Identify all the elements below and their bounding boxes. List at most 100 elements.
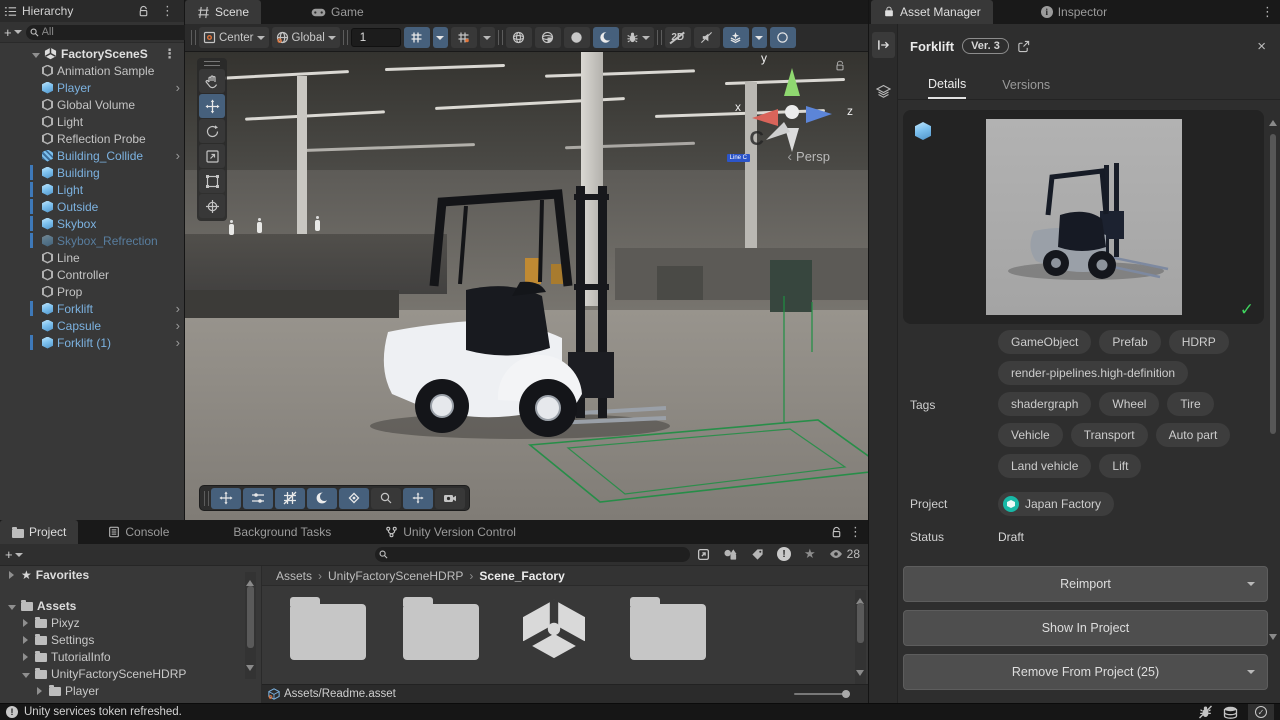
toolbar-grip[interactable] (191, 30, 196, 45)
favorites-item[interactable]: ★ Favorites (0, 566, 260, 583)
tag-chip[interactable]: Lift (1099, 454, 1142, 478)
hierarchy-search-input[interactable] (41, 26, 184, 38)
create-object-button[interactable]: + (4, 25, 22, 40)
gizmo-lock-icon[interactable] (834, 60, 846, 72)
hierarchy-item[interactable]: Line (0, 249, 184, 266)
remove-from-project-button[interactable]: Remove From Project (25) (903, 654, 1268, 690)
reimport-button[interactable]: Reimport (903, 566, 1268, 602)
search-overlay-button[interactable] (371, 487, 401, 509)
camera-view-toggle[interactable] (592, 27, 619, 48)
view-tool-button[interactable] (199, 69, 225, 93)
debugger-detached-icon[interactable] (1198, 705, 1213, 719)
info-badge-icon[interactable]: ! (6, 706, 18, 718)
tree-item[interactable]: Player (0, 682, 260, 699)
scroll-down-icon[interactable] (246, 665, 254, 675)
tag-chip[interactable]: Prefab (1099, 330, 1161, 354)
grid-snapping-toggle[interactable] (450, 27, 477, 48)
tag-chip[interactable]: Land vehicle (998, 454, 1092, 478)
hierarchy-menu-icon[interactable] (155, 3, 180, 19)
scrollbar-thumb[interactable] (247, 586, 254, 648)
gizmo-z-label[interactable]: z (847, 104, 853, 118)
scroll-down-icon[interactable] (856, 670, 864, 680)
layers-stack-icon[interactable] (876, 84, 891, 98)
scroll-down-icon[interactable] (1269, 634, 1277, 644)
rotate-tool-button[interactable] (199, 119, 225, 143)
filter-by-label-icon[interactable] (751, 548, 764, 561)
hierarchy-item[interactable]: Building_Collide (0, 147, 184, 164)
transform-tool-button[interactable] (199, 194, 225, 218)
rect-tool-button[interactable] (199, 169, 225, 193)
hierarchy-item[interactable]: Global Volume (0, 96, 184, 113)
grid-scene-item[interactable] (516, 598, 592, 660)
projection-mode[interactable]: ‹ Persp (787, 148, 830, 164)
tree-item[interactable]: TutorialInfo (0, 648, 260, 665)
tab-game[interactable]: Game (299, 0, 376, 24)
tab-project[interactable]: Project (0, 520, 79, 544)
open-external-icon[interactable] (1017, 40, 1030, 53)
dropdown-caret-icon[interactable] (1247, 670, 1255, 678)
favorites-star-icon[interactable]: ★ (804, 546, 816, 562)
collapse-panel-button[interactable] (872, 32, 895, 58)
tree-scrollbar[interactable] (245, 572, 256, 679)
effects-dropdown[interactable] (751, 27, 767, 48)
grid-folder-item[interactable] (290, 597, 366, 660)
layers-overlay-button[interactable] (339, 487, 369, 509)
gizmo-overlay-button[interactable] (403, 487, 433, 509)
lock-icon[interactable] (830, 526, 843, 539)
breadcrumb-item[interactable]: UnityFactorySceneHDRP (328, 569, 463, 583)
scene-viewport[interactable]: y x z ‹ Persp C Line C (185, 52, 868, 520)
child-arrow-icon[interactable] (176, 81, 180, 94)
tab-scene[interactable]: Scene (185, 0, 262, 24)
scrollbar-thumb[interactable] (857, 603, 864, 643)
hierarchy-item[interactable]: Outside (0, 198, 184, 215)
tab-background-tasks[interactable]: Background Tasks (221, 520, 343, 544)
breadcrumb-item[interactable]: Scene_Factory (479, 569, 564, 583)
tab-version-control[interactable]: Unity Version Control (373, 520, 528, 544)
create-asset-button[interactable]: + (5, 547, 23, 562)
forklift-model[interactable] (370, 164, 670, 440)
safe-mode-check[interactable]: ✓ (1248, 704, 1274, 720)
hierarchy-item[interactable]: Light (0, 181, 184, 198)
grid-folder-item[interactable] (630, 597, 706, 660)
status-message[interactable]: Unity services token refreshed. (24, 706, 182, 718)
search-window-icon[interactable] (697, 548, 710, 561)
filter-by-type-icon[interactable] (723, 548, 738, 561)
hierarchy-item[interactable]: Animation Sample (0, 62, 184, 79)
thumbnail-size-slider[interactable] (794, 690, 850, 698)
snap-increment-dropdown[interactable] (432, 27, 448, 48)
view-options-button[interactable] (307, 487, 337, 509)
tab-asset-manager[interactable]: Asset Manager (871, 0, 993, 24)
selection-path[interactable]: Assets/Readme.asset (284, 688, 396, 700)
grid-scrollbar[interactable] (855, 590, 866, 684)
tool-handle-rotation-dropdown[interactable]: Global (271, 27, 340, 48)
asset-thumbnail[interactable] (985, 119, 1182, 315)
move-tool-button[interactable] (199, 94, 225, 118)
hierarchy-item[interactable]: Capsule (0, 317, 184, 334)
shading-mode-button[interactable] (505, 27, 532, 48)
tab-details[interactable]: Details (928, 70, 967, 99)
project-search[interactable] (375, 547, 690, 562)
hierarchy-scene-root[interactable]: FactorySceneS (0, 45, 184, 62)
hierarchy-item[interactable]: Forklift (1) (0, 334, 184, 351)
project-menu-icon[interactable] (843, 524, 868, 540)
gizmo-x-label[interactable]: x (735, 100, 741, 114)
cache-layers-icon[interactable] (1223, 706, 1238, 719)
hierarchy-item[interactable]: Controller (0, 266, 184, 283)
tag-chip[interactable]: Transport (1070, 423, 1148, 447)
tag-chip[interactable]: Tire (1167, 392, 1214, 416)
clipped-toolbar-button[interactable] (769, 27, 796, 48)
overlay-handle[interactable] (204, 61, 220, 66)
snap-increment-toggle[interactable] (403, 27, 430, 48)
tag-chip[interactable]: render-pipelines.high-definition (998, 361, 1189, 385)
tab-inspector[interactable]: i Inspector (1029, 0, 1119, 24)
lighting-toggle[interactable] (563, 27, 590, 48)
scroll-up-icon[interactable] (1269, 116, 1277, 126)
tree-item-assets[interactable]: Assets (0, 597, 260, 614)
hierarchy-item[interactable]: Light (0, 113, 184, 130)
close-icon[interactable]: × (1257, 38, 1266, 55)
hierarchy-search[interactable] (25, 24, 201, 40)
scale-tool-button[interactable] (199, 144, 225, 168)
grid-visibility-button[interactable] (275, 487, 305, 509)
visible-count[interactable]: 28 (829, 547, 860, 561)
hierarchy-item[interactable]: Skybox_Refrection (0, 232, 184, 249)
